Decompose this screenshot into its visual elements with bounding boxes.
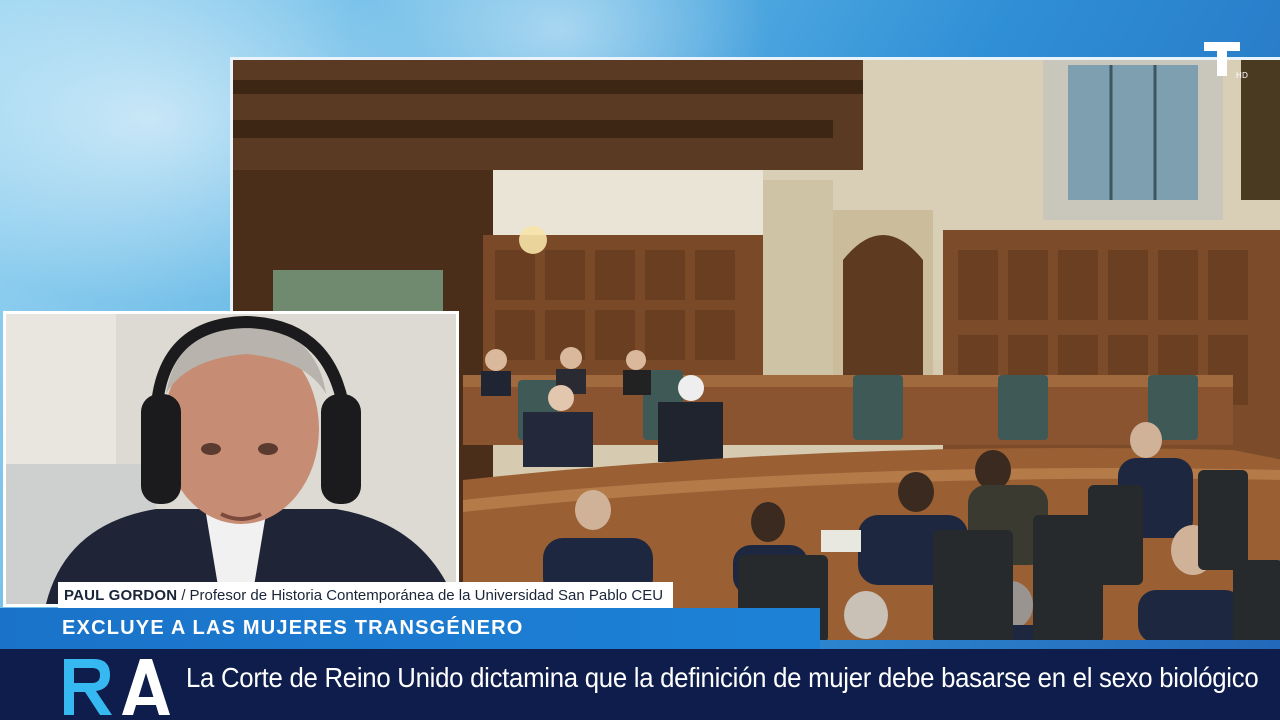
program-logo-ra bbox=[64, 659, 170, 715]
headline-text: La Corte de Reino Unido dictamina que la… bbox=[186, 662, 1259, 693]
channel-logo-t-stem bbox=[1217, 42, 1227, 76]
guest-title: Profesor de Historia Contemporánea de la… bbox=[189, 586, 664, 604]
channel-logo: HD bbox=[1204, 42, 1248, 82]
channel-logo-hd: HD bbox=[1235, 71, 1248, 80]
guest-webcam bbox=[3, 311, 459, 607]
topic-bar: EXCLUYE A LAS MUJERES TRANSGÉNERO bbox=[0, 608, 820, 649]
guest-name-separator: / bbox=[181, 586, 186, 604]
guest-name-strap: PAUL GORDON / Profesor de Historia Conte… bbox=[58, 582, 674, 608]
topic-label: EXCLUYE A LAS MUJERES TRANSGÉNERO bbox=[62, 617, 524, 639]
guest-name: PAUL GORDON bbox=[64, 586, 178, 604]
